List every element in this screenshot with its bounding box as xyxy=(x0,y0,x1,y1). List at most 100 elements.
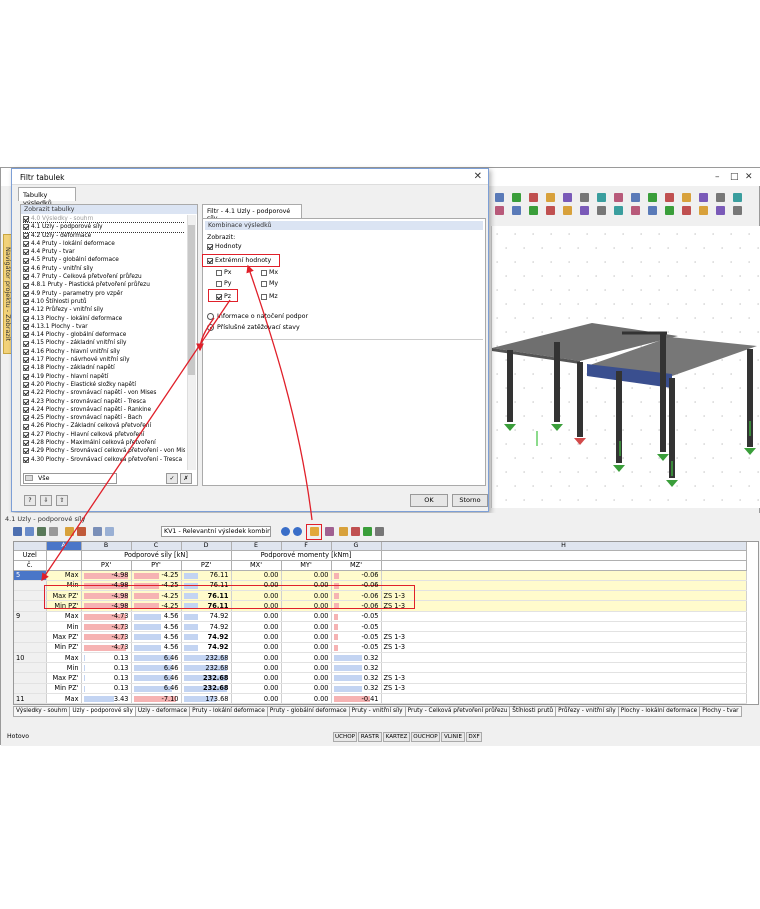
tree-item[interactable]: 4.30 Plochy - Srovnávací celková přetvoř… xyxy=(23,456,185,464)
value-cell[interactable]: 4.56 xyxy=(131,621,182,633)
toolbar-tool-icon[interactable] xyxy=(512,206,521,215)
py-checkbox[interactable]: Py xyxy=(216,280,232,287)
value-cell[interactable]: 173.68 xyxy=(181,693,232,704)
tree-item[interactable]: 4.24 Plochy - srovnávací napětí - Rankin… xyxy=(23,406,185,414)
node-number-cell[interactable]: 11 xyxy=(14,693,47,704)
table-icon[interactable] xyxy=(13,527,22,536)
maximize-icon[interactable]: □ xyxy=(730,172,739,182)
value-cell[interactable]: 0.13 xyxy=(81,683,132,695)
export-icon[interactable]: ⇧ xyxy=(56,495,68,506)
row-label-cell[interactable]: Min xyxy=(46,621,82,633)
settings-icon[interactable] xyxy=(375,527,384,536)
value-cell[interactable]: 0.32 xyxy=(331,672,382,684)
table-tab[interactable]: Uzly - deformace xyxy=(134,706,191,717)
px-checkbox[interactable]: Px xyxy=(216,269,232,276)
tree-checkbox[interactable] xyxy=(23,241,29,248)
row-label-cell[interactable]: Max PZ' xyxy=(46,631,82,643)
value-cell[interactable]: 6.46 xyxy=(131,683,182,695)
row-label-cell[interactable]: Min PZ' xyxy=(46,642,82,653)
row-label-cell[interactable]: Min xyxy=(46,662,82,674)
value-cell[interactable]: 232.68 xyxy=(181,652,232,664)
value-cell[interactable]: 0.00 xyxy=(281,672,332,684)
status-toggle-button[interactable]: DXF xyxy=(466,732,482,742)
tree-item[interactable]: 4.27 Plochy - Hlavní celková přetvoření xyxy=(23,431,185,439)
toolbar-tool-icon[interactable] xyxy=(682,193,691,202)
load-case-cell[interactable] xyxy=(381,580,747,592)
col-d[interactable]: D xyxy=(181,542,232,551)
value-cell[interactable]: 0.00 xyxy=(231,570,282,581)
node-number-cell[interactable] xyxy=(14,683,47,695)
node-number-cell[interactable] xyxy=(14,631,47,643)
report-icon[interactable] xyxy=(351,527,360,536)
color-scale-icon[interactable] xyxy=(77,527,86,536)
tree-checkbox[interactable] xyxy=(23,390,29,397)
tree-item[interactable]: 4.13.1 Plochy - tvar xyxy=(23,323,185,331)
minimize-icon[interactable]: – xyxy=(715,172,720,182)
toolbar-tool-icon[interactable] xyxy=(716,206,725,215)
value-cell[interactable]: 6.46 xyxy=(131,662,182,674)
tree-item[interactable]: 4.1 Uzly - podporové síly xyxy=(23,222,185,233)
my-checkbox[interactable]: My xyxy=(261,280,278,287)
load-case-cell[interactable]: ZS 1-3 xyxy=(381,631,747,643)
value-cell[interactable]: 0.00 xyxy=(281,631,332,643)
load-case-cell[interactable]: ZS 1-3 xyxy=(381,672,747,684)
value-cell[interactable]: 0.00 xyxy=(281,621,332,633)
tree-checkbox[interactable] xyxy=(23,290,29,297)
value-cell[interactable]: 0.00 xyxy=(281,611,332,622)
node-number-cell[interactable] xyxy=(14,590,47,602)
col-e[interactable]: E xyxy=(231,542,282,551)
table-tab[interactable]: Plochy - lokální deformace xyxy=(617,706,701,717)
value-cell[interactable]: 0.00 xyxy=(231,672,282,684)
toolbar-tool-icon[interactable] xyxy=(631,193,640,202)
find-icon[interactable] xyxy=(325,527,334,536)
tree-item[interactable]: 4.29 Plochy - Srovnávací celková přetvoř… xyxy=(23,447,185,455)
value-cell[interactable]: 232.68 xyxy=(181,662,232,674)
value-cell[interactable]: -4.73 xyxy=(81,631,132,643)
table-tab[interactable]: Uzly - podporové síly xyxy=(69,706,136,717)
check-all-button[interactable]: ✓ xyxy=(166,473,178,484)
tree-item[interactable]: 4.17 Plochy - návrhové vnitřní síly xyxy=(23,356,185,364)
select-icon[interactable] xyxy=(25,527,34,536)
value-cell[interactable]: 0.00 xyxy=(231,631,282,643)
value-cell[interactable]: 0.00 xyxy=(281,570,332,581)
node-number-cell[interactable]: 10 xyxy=(14,652,47,664)
tree-item[interactable]: 4.14 Plochy - globální deformace xyxy=(23,331,185,339)
toolbar-tool-icon[interactable] xyxy=(614,193,623,202)
table-row[interactable]: Min -4.73 4.56 74.92 0.00 0.00 -0.05 xyxy=(14,621,747,633)
toolbar-tool-icon[interactable] xyxy=(597,206,606,215)
load-case-cell[interactable] xyxy=(381,693,747,704)
tree-checkbox[interactable] xyxy=(23,324,29,330)
node-number-cell[interactable]: 9 xyxy=(14,611,47,622)
table-tab[interactable]: Pruty - vnitřní síly xyxy=(348,706,406,717)
status-toggle-button[interactable]: KARTEZ xyxy=(383,732,410,742)
table-tab[interactable]: Pruty - globální deformace xyxy=(266,706,350,717)
value-cell[interactable]: -7.10 xyxy=(131,693,182,704)
mz-checkbox[interactable]: Mz xyxy=(261,293,278,300)
node-number-cell[interactable] xyxy=(14,621,47,633)
tree-item[interactable]: 4.25 Plochy - srovnávací napětí - Bach xyxy=(23,414,185,422)
tree-item[interactable]: 4.18 Plochy - základní napětí xyxy=(23,364,185,372)
value-cell[interactable]: 3.43 xyxy=(81,693,132,704)
tree-item[interactable]: 4.7 Pruty - Celková přetvoření průřezu xyxy=(23,273,185,281)
value-cell[interactable]: 0.00 xyxy=(231,683,282,695)
value-cell[interactable]: 0.32 xyxy=(331,662,382,674)
value-cell[interactable]: 0.32 xyxy=(331,652,382,664)
toolbar-tool-icon[interactable] xyxy=(665,193,674,202)
tree-item[interactable]: 4.8.1 Pruty - Plastická přetvoření průře… xyxy=(23,281,185,289)
tree-checkbox[interactable] xyxy=(23,307,29,314)
table-row[interactable]: Max PZ' -4.73 4.56 74.92 0.00 0.00 -0.05 ZS 1-3 xyxy=(14,631,747,643)
value-cell[interactable]: -0.41 xyxy=(331,693,382,704)
status-toggle-button[interactable]: RASTR xyxy=(358,732,382,742)
load-case-cell[interactable] xyxy=(381,570,747,581)
load-case-cell[interactable] xyxy=(381,652,747,664)
value-cell[interactable]: 232.68 xyxy=(181,683,232,695)
all-select[interactable]: Vše xyxy=(23,473,117,484)
value-cell[interactable]: 0.00 xyxy=(281,642,332,653)
toolbar-tool-icon[interactable] xyxy=(597,193,606,202)
col-f[interactable]: F xyxy=(281,542,332,551)
table-row[interactable]: Max PZ' 0.13 6.46 232.68 0.00 0.00 0.32 ZS 1-3 xyxy=(14,672,747,684)
rows-icon[interactable] xyxy=(105,527,114,536)
value-cell[interactable]: 0.13 xyxy=(81,672,132,684)
tree-checkbox[interactable] xyxy=(23,357,29,364)
value-cell[interactable]: 0.00 xyxy=(231,611,282,622)
